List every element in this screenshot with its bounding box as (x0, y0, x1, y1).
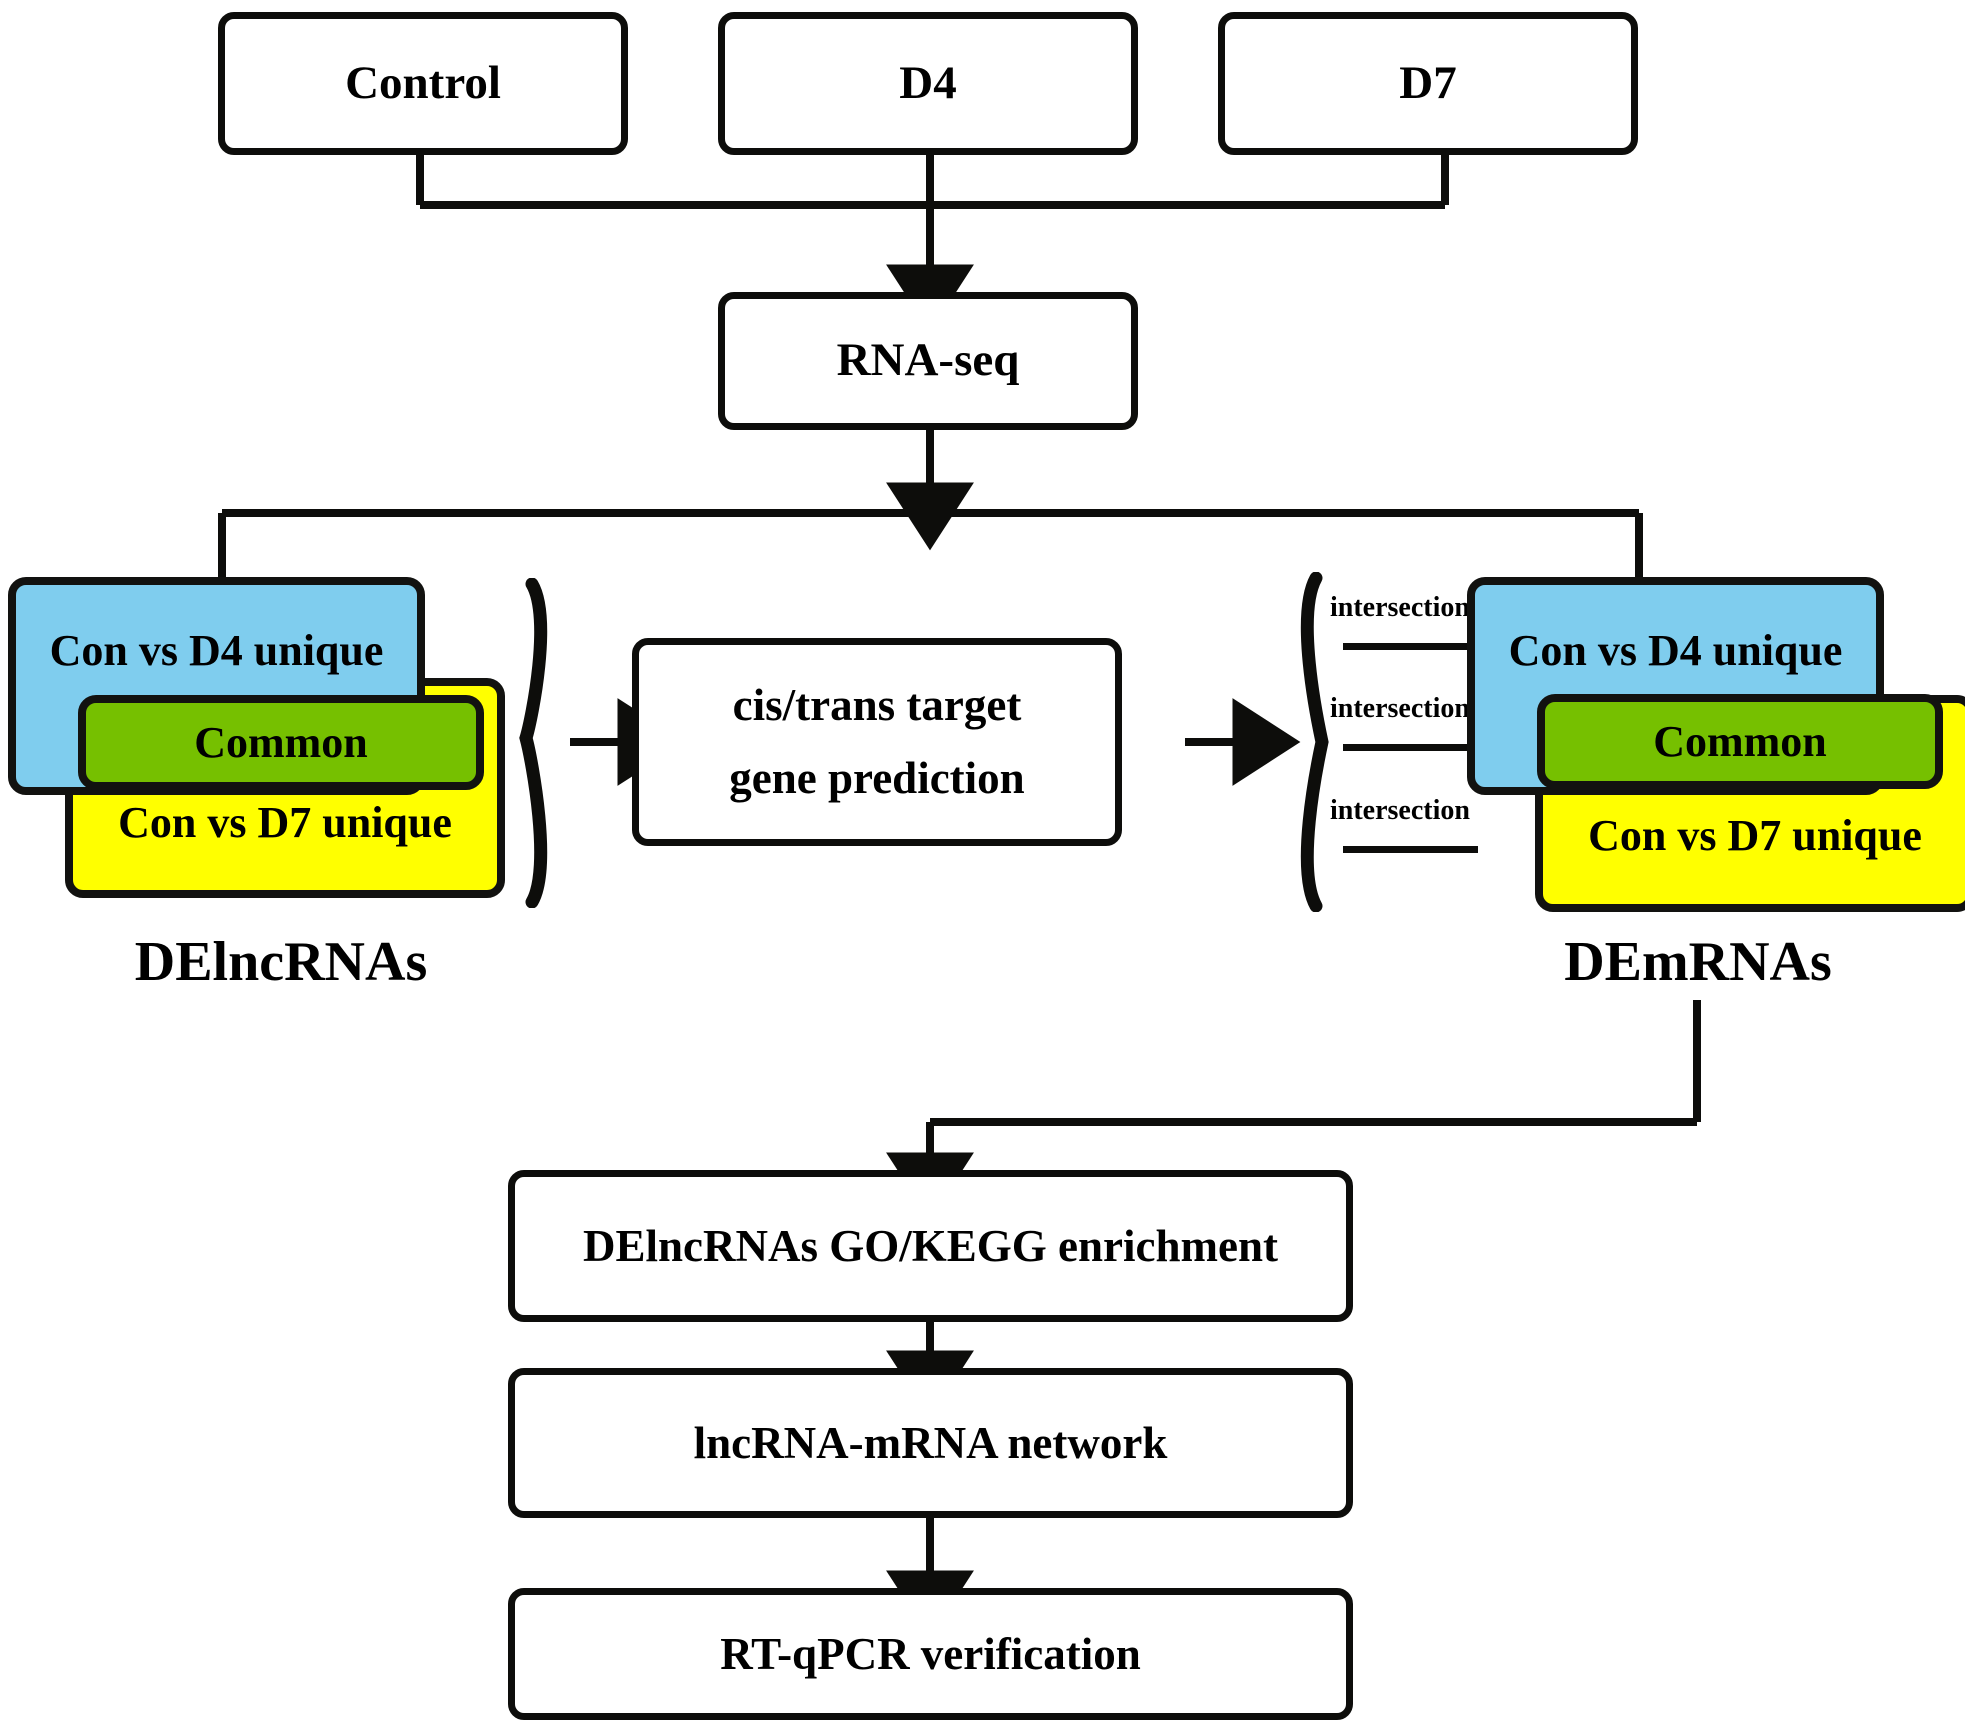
group-label-delncrnas-text: DElncRNAs (134, 931, 428, 993)
intersection-label-3-text: intersection (1330, 795, 1470, 826)
node-target-gene-prediction[interactable]: cis/trans target gene prediction (632, 638, 1122, 846)
node-control-label: Control (345, 56, 501, 109)
node-target-gene-prediction-line2: gene prediction (729, 753, 1025, 803)
lnc-chip-common-label: Common (194, 718, 368, 767)
node-d7[interactable]: D7 (1218, 12, 1638, 155)
mrna-chip-con-vs-d7-label: Con vs D7 unique (1588, 811, 1922, 860)
lnc-group-brace (518, 578, 588, 908)
node-lncrna-mrna-network-label: lncRNA-mRNA network (693, 1417, 1168, 1468)
group-label-delncrnas: DElncRNAs (78, 930, 484, 994)
mrna-chip-common-label: Common (1653, 717, 1827, 766)
intersection-label-2-text: intersection (1330, 693, 1470, 724)
lnc-chip-con-vs-d4-label: Con vs D4 unique (49, 625, 384, 675)
node-d7-label: D7 (1399, 56, 1457, 109)
group-label-demrnas-text: DEmRNAs (1564, 931, 1832, 993)
node-go-kegg-enrichment-label: DElncRNAs GO/KEGG enrichment (583, 1220, 1278, 1271)
intersection-label-1: intersection (1330, 592, 1470, 624)
intersection-label-2: intersection (1330, 693, 1470, 725)
node-rna-seq[interactable]: RNA-seq (718, 292, 1138, 430)
intersection-label-3: intersection (1330, 795, 1470, 827)
node-lncrna-mrna-network[interactable]: lncRNA-mRNA network (508, 1368, 1353, 1518)
intersection-rule-1 (1343, 643, 1478, 650)
node-d4-label: D4 (899, 56, 957, 109)
flowchart-canvas: Control D4 D7 RNA-seq Con vs D7 unique C… (0, 0, 1965, 1727)
node-go-kegg-enrichment[interactable]: DElncRNAs GO/KEGG enrichment (508, 1170, 1353, 1322)
node-target-gene-prediction-line1: cis/trans target (732, 680, 1022, 731)
mrna-chip-con-vs-d4-label: Con vs D4 unique (1508, 625, 1843, 675)
lnc-chip-con-vs-d7-label: Con vs D7 unique (118, 797, 452, 847)
node-rt-qpcr-verification[interactable]: RT-qPCR verification (508, 1588, 1353, 1720)
node-d4[interactable]: D4 (718, 12, 1138, 155)
intersection-rule-2 (1343, 744, 1478, 751)
group-label-demrnas: DEmRNAs (1495, 930, 1901, 994)
mrna-chip-common[interactable]: Common (1537, 694, 1943, 789)
node-control[interactable]: Control (218, 12, 628, 155)
intersections-brace (1270, 572, 1330, 912)
node-rt-qpcr-verification-label: RT-qPCR verification (720, 1628, 1141, 1679)
intersection-rule-3 (1343, 846, 1478, 853)
lnc-chip-common[interactable]: Common (78, 695, 484, 790)
node-rna-seq-label: RNA-seq (836, 334, 1020, 387)
intersection-label-1-text: intersection (1330, 592, 1470, 623)
